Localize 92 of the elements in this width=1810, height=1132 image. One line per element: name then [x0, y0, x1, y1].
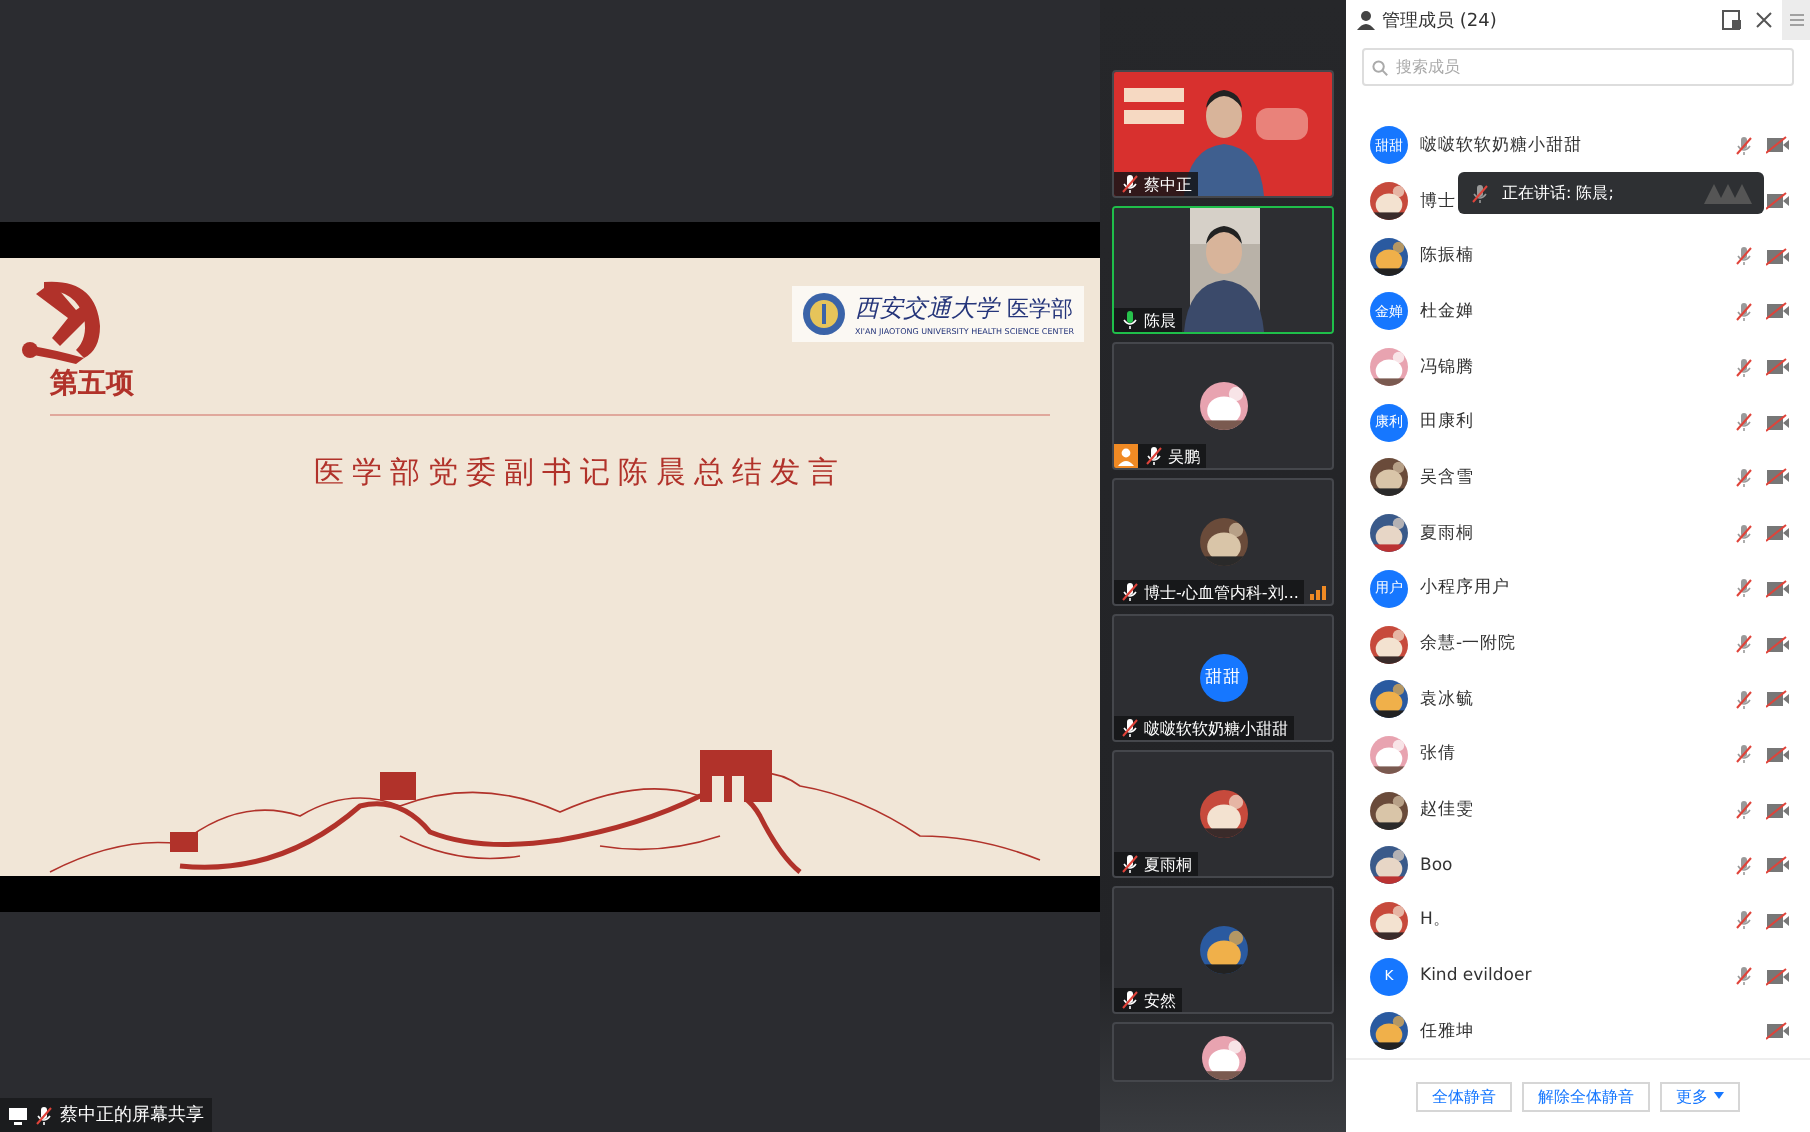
member-name: 啵啵软软奶糖小甜甜 [1420, 133, 1582, 158]
popout-button[interactable] [1718, 10, 1746, 30]
camera-off-icon [1766, 967, 1790, 986]
member-name: 田康利 [1420, 410, 1474, 435]
menu-icon [1789, 14, 1803, 26]
share-label-text: 蔡中正的屏幕共享 [60, 1103, 204, 1128]
video-tile[interactable]: 安然 [1112, 886, 1334, 1014]
video-tile[interactable]: 博士-心血管内科-刘... [1112, 478, 1334, 606]
microphone-icon [1120, 310, 1140, 330]
wave-icon [1704, 183, 1752, 203]
caret-icon [1714, 1092, 1724, 1100]
mic-muted-icon [34, 1105, 54, 1125]
panel-title: 管理成员 (24) [1382, 9, 1499, 33]
member-row[interactable]: 任雅坤 [1346, 1004, 1810, 1058]
mic-muted-icon [1120, 174, 1140, 194]
video-tile[interactable] [1112, 1022, 1334, 1082]
footer-button[interactable]: 更多 [1660, 1081, 1740, 1111]
member-row[interactable]: 夏雨桐 [1346, 505, 1810, 561]
participant-name: 啵啵软软奶糖小甜甜 [1144, 717, 1288, 739]
member-name: 张倩 [1420, 742, 1456, 767]
member-name: Boo [1420, 855, 1453, 876]
camera-off-icon [1766, 302, 1790, 321]
participant-name: 博士-心血管内科-刘... [1144, 581, 1299, 603]
mic-muted-icon [1120, 582, 1140, 602]
member-name: 赵佳雯 [1420, 798, 1474, 823]
mic-muted-icon [1120, 854, 1140, 874]
member-name: 吴含雪 [1420, 465, 1474, 490]
camera-off-icon [1766, 690, 1790, 709]
seal-icon [802, 291, 847, 335]
camera-off-icon [1766, 192, 1790, 211]
search-field[interactable]: 搜索成员 [1362, 48, 1794, 86]
member-row[interactable]: Boo [1346, 837, 1810, 894]
footer-button[interactable]: 全体静音 [1416, 1081, 1512, 1111]
avatar: 甜甜 [1199, 654, 1247, 702]
participant-name: 陈晨 [1144, 309, 1176, 331]
member-row[interactable]: 陈振楠 [1346, 228, 1810, 285]
camera-off-icon [1766, 1022, 1790, 1041]
camera-off-icon [1766, 745, 1790, 764]
member-name: 博士 [1420, 189, 1456, 214]
video-tile[interactable]: 蔡中正 [1112, 70, 1334, 198]
member-row[interactable]: 余慧-一附院 [1346, 616, 1810, 672]
mic-muted-icon [1120, 718, 1140, 738]
video-tile[interactable]: 陈晨 [1112, 206, 1334, 334]
member-row[interactable]: 赵佳雯 [1346, 782, 1810, 838]
close-button[interactable] [1752, 12, 1776, 28]
logo-text: 医学部 [1006, 293, 1073, 323]
video-tile[interactable]: 吴鹏 [1112, 342, 1334, 470]
member-name: 小程序用户 [1420, 576, 1510, 601]
person-icon [1356, 10, 1376, 30]
video-tile[interactable]: 甜甜 啵啵软软奶糖小甜甜 [1112, 614, 1334, 742]
close-icon [1756, 12, 1772, 28]
participant-name: 安然 [1144, 989, 1176, 1011]
camera-off-icon [1766, 358, 1790, 377]
camera-off-icon [1766, 524, 1790, 543]
slide-heading: 第五项 [48, 365, 134, 401]
camera-off-icon [1766, 136, 1790, 155]
camera-off-icon [1766, 413, 1790, 432]
camera-off-icon [1766, 468, 1790, 487]
member-row[interactable]: H。 [1346, 893, 1810, 949]
participant-name: 夏雨桐 [1144, 853, 1192, 875]
logo-text: 西安交通大学 [854, 291, 999, 325]
mic-muted-icon [1470, 183, 1490, 203]
member-name: 杜金婵 [1420, 299, 1474, 324]
participant-name: 吴鹏 [1168, 445, 1200, 467]
member-name: 袁冰毓 [1420, 687, 1474, 712]
participant-name: 蔡中正 [1144, 173, 1192, 195]
member-name: 陈振楠 [1420, 244, 1474, 269]
member-name: Kind evildoer [1420, 966, 1532, 987]
camera-off-icon [1766, 801, 1790, 820]
member-name: 余慧-一附院 [1420, 632, 1517, 657]
search-icon [1372, 59, 1388, 75]
member-row[interactable]: 张倩 [1346, 727, 1810, 783]
member-row[interactable]: 吴含雪 [1346, 450, 1810, 506]
member-row[interactable]: 冯锦腾 [1346, 339, 1810, 395]
popout-icon [1722, 10, 1742, 30]
mic-muted-icon [1144, 446, 1164, 466]
tooltip-text: 正在讲话: 陈晨; [1502, 182, 1616, 204]
mic-muted-icon [1120, 990, 1140, 1010]
slide-title: 医学部党委副书记陈晨总结发言 [312, 453, 848, 491]
video-tile[interactable]: 夏雨桐 [1112, 750, 1334, 878]
member-name: 夏雨桐 [1420, 521, 1474, 546]
camera-off-icon [1766, 911, 1790, 930]
member-name: 冯锦腾 [1420, 355, 1474, 380]
camera-off-icon [1766, 247, 1790, 266]
screen-share-icon [8, 1105, 28, 1125]
footer-button[interactable]: 解除全体静音 [1522, 1081, 1650, 1111]
member-row[interactable]: 袁冰毓 [1346, 671, 1810, 728]
camera-off-icon [1766, 579, 1790, 598]
member-name: H。 [1420, 908, 1451, 933]
camera-off-icon [1766, 635, 1790, 654]
camera-off-icon [1766, 856, 1790, 875]
member-name: 任雅坤 [1420, 1019, 1474, 1044]
